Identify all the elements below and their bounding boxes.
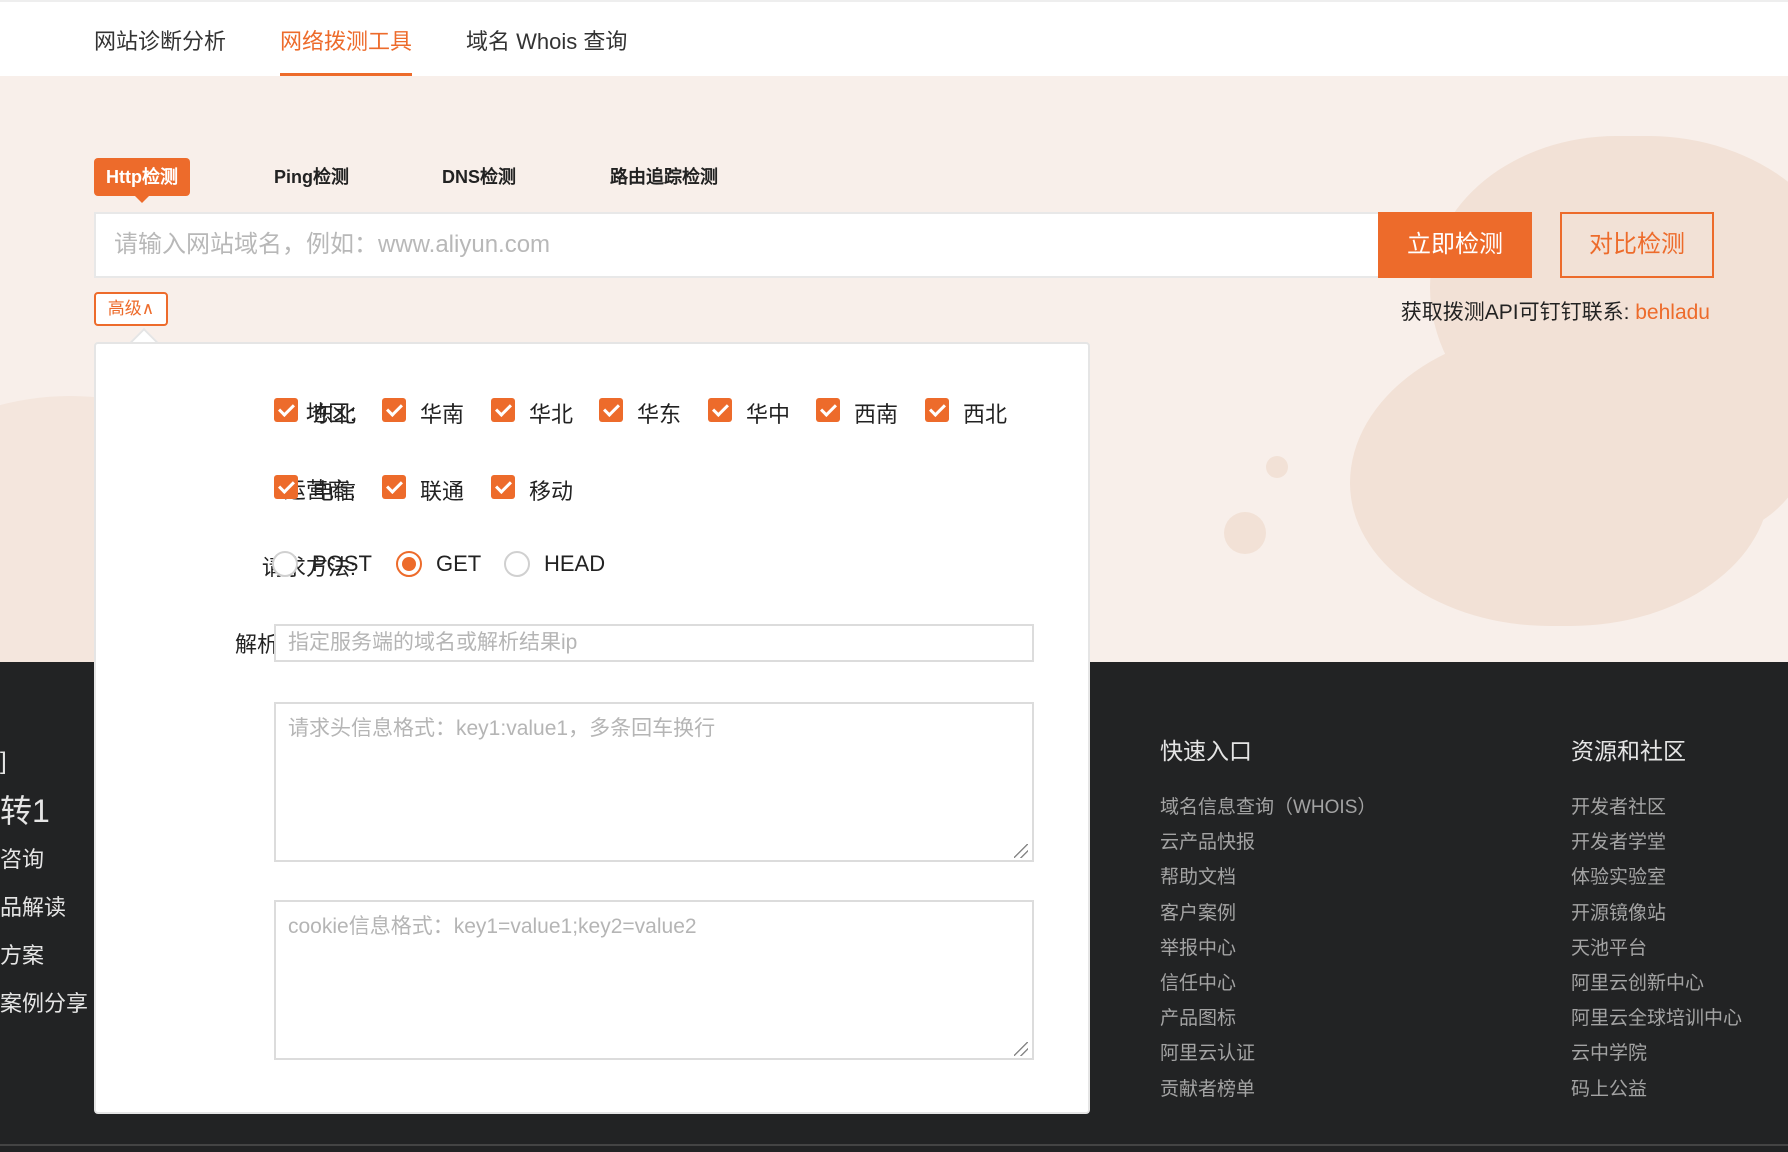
footer-divider — [0, 1144, 1788, 1146]
footer-community-links: 开发者社区 开发者学堂 体验实验室 开源镜像站 天池平台 阿里云创新中心 阿里云… — [1571, 790, 1742, 1107]
domain-input[interactable] — [94, 212, 1380, 278]
region-option[interactable]: 东北 — [312, 397, 356, 429]
top-nav: 网站诊断分析 网络拨测工具 域名 Whois 查询 — [0, 0, 1788, 76]
region-checkbox[interactable] — [708, 398, 732, 422]
isp-checkbox[interactable] — [274, 475, 298, 499]
api-contact-text: 获取拨测API可钉钉联系: — [1400, 301, 1636, 324]
footer-link[interactable]: 云产品快报 — [1160, 825, 1376, 860]
footer-link[interactable]: 体验实验室 — [1571, 860, 1742, 895]
decor-dot — [1224, 512, 1266, 554]
region-checkbox[interactable] — [816, 398, 840, 422]
footer-fragment: ​​​​] — [0, 748, 7, 775]
nav-network-probe[interactable]: 网络拨测工具 — [280, 24, 413, 76]
advanced-toggle-button[interactable]: 高级∧ — [94, 292, 168, 326]
footer-fragment[interactable]: 方案 — [0, 938, 44, 970]
footer-community-title: 资源和社区 — [1571, 738, 1686, 764]
footer-fragment[interactable]: 案例分享 — [0, 986, 88, 1018]
footer-link[interactable]: 开发者社区 — [1571, 790, 1742, 825]
tab-traceroute[interactable]: 路由追踪检测 — [610, 158, 718, 196]
api-contact-note: 获取拨测API可钉钉联系: behladu — [1401, 296, 1710, 326]
region-checkbox[interactable] — [599, 398, 623, 422]
footer-link[interactable]: 产品图标 — [1160, 1001, 1376, 1036]
footer-link[interactable]: 阿里云全球培训中心 — [1571, 1001, 1742, 1036]
tab-ping[interactable]: Ping检测 — [274, 158, 349, 196]
footer-link[interactable]: 阿里云创新中心 — [1571, 966, 1742, 1001]
footer-quick-title: 快速入口 — [1160, 738, 1252, 764]
nav-whois[interactable]: 域名 Whois 查询 — [466, 24, 627, 76]
footer-link[interactable]: 阿里云认证 — [1160, 1036, 1376, 1071]
region-checkbox[interactable] — [274, 398, 298, 422]
isp-option[interactable]: 电信 — [312, 474, 356, 506]
headers-textarea[interactable] — [274, 702, 1034, 862]
footer-link[interactable]: 云中学院 — [1571, 1036, 1742, 1071]
footer-link[interactable]: 天池平台 — [1571, 931, 1742, 966]
region-checkbox[interactable] — [382, 398, 406, 422]
region-option[interactable]: 西北 — [963, 397, 1007, 429]
region-option[interactable]: 华南 — [420, 397, 464, 429]
resize-handle-icon[interactable] — [1014, 844, 1028, 858]
region-checkbox[interactable] — [925, 398, 949, 422]
advanced-options-panel: 地区: 东北 华南 华北 华东 华中 西南 西北 运营商: 电信 联通 移动 请… — [94, 342, 1090, 1114]
nav-site-diagnosis[interactable]: 网站诊断分析 — [94, 24, 226, 76]
method-radio-get[interactable] — [396, 551, 422, 577]
detect-now-button[interactable]: 立即检测 — [1378, 212, 1532, 278]
decor-dot — [1266, 456, 1288, 478]
footer-link[interactable]: 举报中心 — [1160, 931, 1376, 966]
isp-option[interactable]: 联通 — [420, 474, 464, 506]
tab-dns[interactable]: DNS检测 — [442, 158, 516, 196]
isp-checkbox[interactable] — [382, 475, 406, 499]
footer-link[interactable]: 客户案例 — [1160, 896, 1376, 931]
compare-detect-button[interactable]: 对比检测 — [1560, 212, 1714, 278]
method-option-head[interactable]: HEAD — [544, 551, 605, 577]
resize-handle-icon[interactable] — [1014, 1042, 1028, 1056]
method-radio-post[interactable] — [272, 551, 298, 577]
region-checkbox[interactable] — [491, 398, 515, 422]
region-option[interactable]: 华中 — [746, 397, 790, 429]
api-contact-id[interactable]: behladu — [1635, 301, 1710, 324]
cookie-textarea[interactable] — [274, 900, 1034, 1060]
footer-link[interactable]: 开发者学堂 — [1571, 825, 1742, 860]
method-option-post[interactable]: POST — [312, 551, 372, 577]
footer-fragment[interactable]: 咨询 — [0, 842, 44, 874]
resolve-input[interactable] — [274, 624, 1034, 662]
method-radio-head[interactable] — [504, 551, 530, 577]
footer-link[interactable]: 信任中心 — [1160, 966, 1376, 1001]
footer-link[interactable]: 贡献者榜单 — [1160, 1072, 1376, 1107]
footer-quick-links: 域名信息查询（WHOIS） 云产品快报 帮助文档 客户案例 举报中心 信任中心 … — [1160, 790, 1376, 1107]
isp-checkbox[interactable] — [491, 475, 515, 499]
footer-link[interactable]: 码上公益 — [1571, 1072, 1742, 1107]
footer-fragment: 转1 — [0, 793, 50, 829]
footer-link[interactable]: 开源镜像站 — [1571, 896, 1742, 931]
footer-link[interactable]: 域名信息查询（WHOIS） — [1160, 790, 1376, 825]
tab-http[interactable]: Http检测 — [94, 158, 190, 203]
footer-link[interactable]: 帮助文档 — [1160, 860, 1376, 895]
method-option-get[interactable]: GET — [436, 551, 481, 577]
isp-option[interactable]: 移动 — [529, 474, 573, 506]
region-option[interactable]: 华北 — [529, 397, 573, 429]
footer-fragment[interactable]: 品解读 — [0, 890, 66, 922]
region-option[interactable]: 西南 — [854, 397, 898, 429]
region-option[interactable]: 华东 — [637, 397, 681, 429]
